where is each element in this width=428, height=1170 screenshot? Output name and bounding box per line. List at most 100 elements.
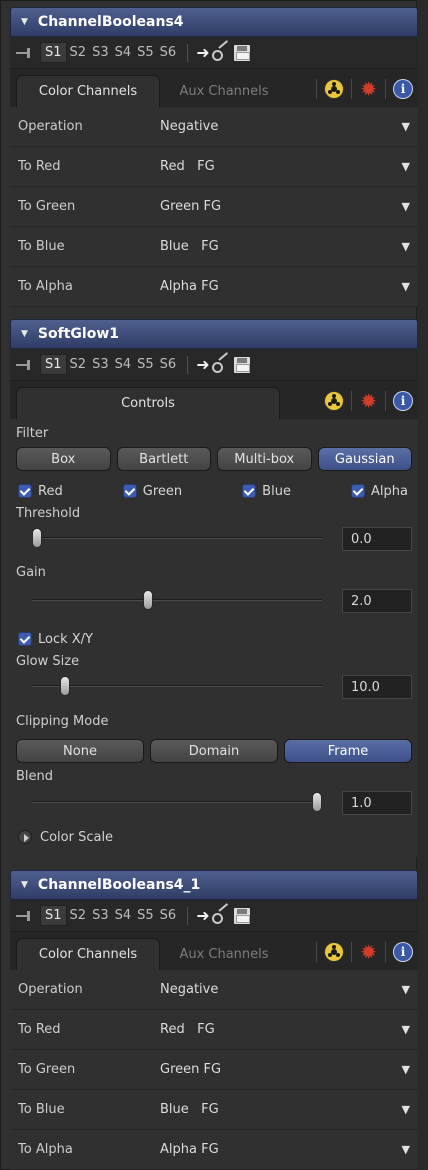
pin-icon[interactable] [16, 47, 34, 58]
collapse-triangle-icon[interactable]: ▼ [21, 880, 28, 890]
version-s3[interactable]: S3 [89, 357, 112, 372]
green-checkbox[interactable]: Green [122, 484, 182, 499]
param-to-blue[interactable]: To Blue Blue FG ▼ [10, 1090, 418, 1130]
version-s6[interactable]: S6 [157, 357, 180, 372]
tool-header[interactable]: ▼ ChannelBooleans4 [10, 7, 418, 37]
clip-frame-button[interactable]: Frame [284, 739, 412, 763]
radioactive-icon[interactable] [325, 392, 344, 410]
blend-input[interactable]: 1.0 [342, 791, 412, 815]
filter-gaussian-button[interactable]: Gaussian [317, 447, 412, 471]
radioactive-icon[interactable] [325, 80, 344, 98]
collapse-triangle-icon[interactable]: ▼ [21, 17, 28, 27]
clip-domain-button[interactable]: Domain [150, 739, 278, 763]
gain-input[interactable]: 2.0 [342, 589, 412, 613]
param-to-green[interactable]: To Green Green FG ▼ [10, 1050, 418, 1090]
slider-track[interactable] [32, 685, 322, 687]
version-s4[interactable]: S4 [112, 908, 135, 923]
dropdown-arrow-icon[interactable]: ▼ [402, 280, 410, 293]
param-operation[interactable]: Operation Negative ▼ [10, 970, 418, 1010]
version-s1[interactable]: S1 [40, 905, 67, 926]
key-icon[interactable] [211, 44, 230, 62]
blue-checkbox[interactable]: Blue [242, 484, 291, 499]
param-to-red[interactable]: To Red Red FG ▼ [10, 1010, 418, 1050]
gear-icon[interactable]: ✹ [360, 391, 377, 411]
version-s4[interactable]: S4 [112, 357, 135, 372]
save-icon[interactable] [233, 44, 250, 61]
info-icon[interactable]: i [394, 943, 412, 961]
version-s4[interactable]: S4 [112, 45, 135, 60]
info-icon[interactable]: i [394, 80, 412, 98]
gain-slider[interactable]: 2.0 [10, 585, 418, 615]
version-s2[interactable]: S2 [67, 908, 90, 923]
arrow-right-icon[interactable]: ➜ [196, 906, 209, 925]
version-s2[interactable]: S2 [67, 45, 90, 60]
threshold-input[interactable]: 0.0 [342, 527, 412, 551]
tab-aux-channels[interactable]: Aux Channels [160, 938, 288, 970]
param-to-red[interactable]: To Red Red FG ▼ [10, 147, 418, 187]
save-icon[interactable] [233, 907, 250, 924]
pin-icon[interactable] [16, 910, 34, 921]
slider-track[interactable] [32, 537, 322, 539]
dropdown-arrow-icon[interactable]: ▼ [402, 160, 410, 173]
version-s1[interactable]: S1 [40, 354, 67, 375]
version-s3[interactable]: S3 [89, 908, 112, 923]
tab-aux-channels[interactable]: Aux Channels [160, 75, 288, 107]
blend-slider[interactable]: 1.0 [10, 787, 418, 817]
red-checkbox[interactable]: Red [18, 484, 63, 499]
version-s5[interactable]: S5 [134, 908, 157, 923]
key-icon[interactable] [211, 356, 230, 374]
save-icon[interactable] [233, 356, 250, 373]
filter-box-button[interactable]: Box [16, 447, 111, 471]
param-to-alpha[interactable]: To Alpha Alpha FG ▼ [10, 1130, 418, 1170]
param-to-alpha[interactable]: To Alpha Alpha FG ▼ [10, 267, 418, 307]
tab-color-channels[interactable]: Color Channels [16, 938, 160, 970]
collapse-triangle-icon[interactable]: ▼ [21, 329, 28, 339]
dropdown-arrow-icon[interactable]: ▼ [402, 200, 410, 213]
dropdown-arrow-icon[interactable]: ▼ [402, 1023, 410, 1036]
tool-header[interactable]: ▼ ChannelBooleans4_1 [10, 870, 418, 900]
gear-icon[interactable]: ✹ [360, 79, 377, 99]
dropdown-arrow-icon[interactable]: ▼ [402, 1063, 410, 1076]
version-s5[interactable]: S5 [134, 45, 157, 60]
gear-icon[interactable]: ✹ [360, 942, 377, 962]
dropdown-arrow-icon[interactable]: ▼ [402, 120, 410, 133]
color-scale-section[interactable]: Color Scale [10, 817, 418, 857]
slider-thumb[interactable] [312, 792, 322, 812]
alpha-checkbox[interactable]: Alpha [351, 484, 408, 499]
filter-bartlett-button[interactable]: Bartlett [116, 447, 211, 471]
dropdown-arrow-icon[interactable]: ▼ [402, 1103, 410, 1116]
info-icon[interactable]: i [394, 392, 412, 410]
dropdown-arrow-icon[interactable]: ▼ [402, 983, 410, 996]
expand-arrow-icon[interactable] [18, 830, 32, 844]
lock-xy-checkbox[interactable]: Lock X/Y [18, 632, 93, 647]
radioactive-icon[interactable] [325, 943, 344, 961]
pin-icon[interactable] [16, 359, 34, 370]
dropdown-arrow-icon[interactable]: ▼ [402, 1143, 410, 1156]
slider-track[interactable] [32, 599, 322, 601]
threshold-slider[interactable]: 0.0 [10, 523, 418, 553]
tab-controls[interactable]: Controls [16, 387, 280, 419]
arrow-right-icon[interactable]: ➜ [196, 355, 209, 374]
arrow-right-icon[interactable]: ➜ [196, 43, 209, 62]
tab-color-channels[interactable]: Color Channels [16, 75, 160, 107]
slider-thumb[interactable] [32, 528, 42, 548]
key-icon[interactable] [211, 907, 230, 925]
slider-thumb[interactable] [143, 590, 153, 610]
slider-thumb[interactable] [60, 676, 70, 696]
param-to-green[interactable]: To Green Green FG ▼ [10, 187, 418, 227]
slider-track[interactable] [32, 801, 322, 803]
glow-size-slider[interactable]: 10.0 [10, 671, 418, 701]
version-s5[interactable]: S5 [134, 357, 157, 372]
tool-header[interactable]: ▼ SoftGlow1 [10, 319, 418, 349]
filter-multibox-button[interactable]: Multi-box [217, 447, 312, 471]
param-operation[interactable]: Operation Negative ▼ [10, 107, 418, 147]
glow-size-input[interactable]: 10.0 [342, 675, 412, 699]
clip-none-button[interactable]: None [16, 739, 144, 763]
version-s6[interactable]: S6 [157, 908, 180, 923]
version-s2[interactable]: S2 [67, 357, 90, 372]
version-s6[interactable]: S6 [157, 45, 180, 60]
version-s1[interactable]: S1 [40, 42, 67, 63]
param-to-blue[interactable]: To Blue Blue FG ▼ [10, 227, 418, 267]
version-s3[interactable]: S3 [89, 45, 112, 60]
dropdown-arrow-icon[interactable]: ▼ [402, 240, 410, 253]
